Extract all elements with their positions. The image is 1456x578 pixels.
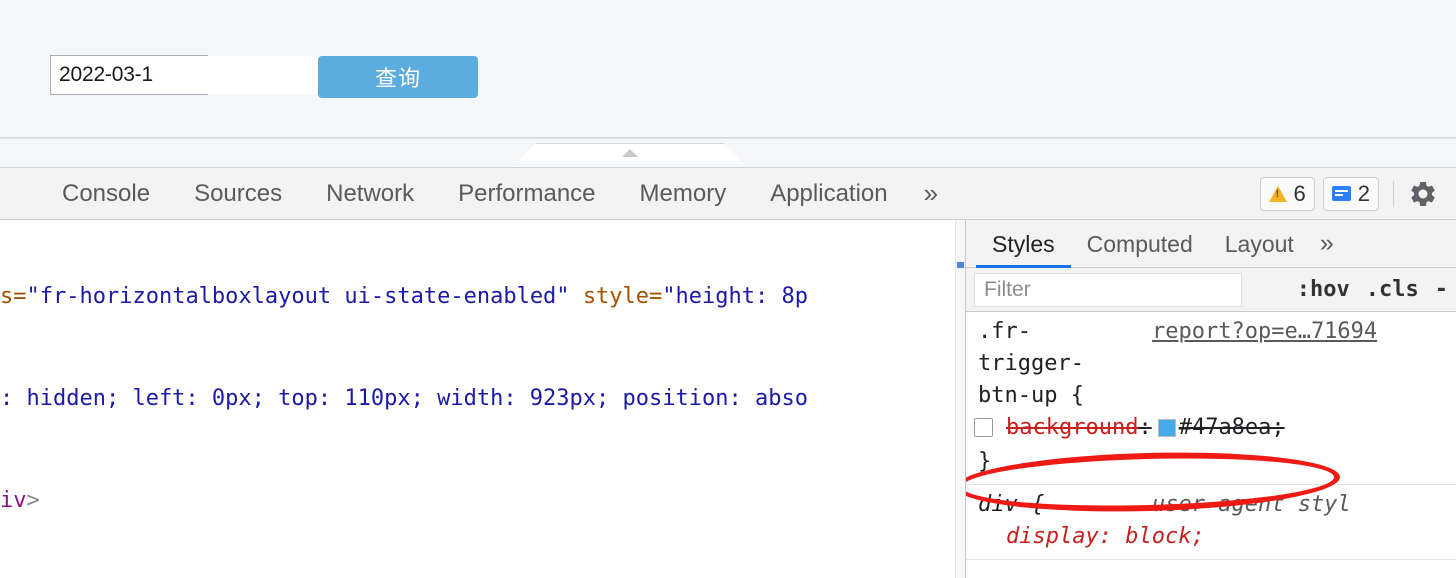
toggle-hov-button[interactable]: :hov xyxy=(1297,277,1350,302)
toggle-cls-button[interactable]: .cls xyxy=(1366,277,1419,302)
declaration-property: display xyxy=(1006,524,1099,549)
dom-line: : hidden; left: 0px; top: 110px; width: … xyxy=(0,386,808,411)
dom-line: iv> xyxy=(0,488,40,513)
chevron-double-right-icon[interactable]: » xyxy=(1310,229,1344,258)
styles-tabbar: Styles Computed Layout » xyxy=(966,220,1456,268)
tab-network[interactable]: Network xyxy=(304,180,436,208)
devtools-body: s="fr-horizontalboxlayout ui-state-enabl… xyxy=(0,220,1456,578)
new-style-rule-button[interactable]: - xyxy=(1435,277,1448,302)
query-button[interactable]: 查询 xyxy=(318,56,478,98)
declaration-text: background: #47a8ea; xyxy=(1006,412,1285,444)
up-triangle-icon xyxy=(622,149,638,157)
dom-tree-code: s="fr-horizontalboxlayout ui-state-enabl… xyxy=(0,220,808,578)
gear-icon[interactable] xyxy=(1408,179,1438,209)
css-rule-header: div { user agent styl xyxy=(966,489,1456,521)
declaration-colon: : xyxy=(1098,524,1112,549)
css-rule-close-brace: } xyxy=(978,449,992,474)
tab-sources[interactable]: Sources xyxy=(172,180,304,208)
web-page-area: 查询 xyxy=(0,0,1456,138)
css-rule-origin-link[interactable]: report?op=e…71694 xyxy=(1152,316,1377,348)
styles-filter-row: :hov .cls - xyxy=(966,268,1456,312)
declaration-colon: : xyxy=(1138,415,1152,440)
message-bubble-icon xyxy=(1331,186,1351,201)
tab-styles[interactable]: Styles xyxy=(976,220,1071,268)
declaration-property[interactable]: background xyxy=(1006,415,1138,440)
css-rule-header: .fr-trigger-btn-up { report?op=e…71694 xyxy=(966,316,1456,412)
css-selector[interactable]: .fr-trigger-btn-up { xyxy=(978,316,1110,412)
scrollbar-highlight-mark xyxy=(957,262,964,268)
devtools-tabbar: Console Sources Network Performance Memo… xyxy=(0,168,1456,220)
screenshot-root: 查询 Console Sources Network Performance M… xyxy=(0,0,1456,578)
chevron-double-right-icon[interactable]: » xyxy=(910,178,952,209)
messages-count: 2 xyxy=(1357,180,1370,206)
declaration-value[interactable]: #47a8ea; xyxy=(1179,415,1285,440)
devtools-tab-list: Console Sources Network Performance Memo… xyxy=(0,178,952,209)
css-selector: div { xyxy=(978,492,1045,517)
toolbar-divider xyxy=(1393,180,1394,207)
messages-badge[interactable]: 2 xyxy=(1322,176,1379,211)
tab-performance[interactable]: Performance xyxy=(436,180,617,208)
devtools-status-area: 6 2 xyxy=(1259,176,1456,211)
color-swatch[interactable] xyxy=(1157,419,1176,437)
css-rules-list: .fr-trigger-btn-up { report?op=e…71694 b… xyxy=(966,312,1456,560)
warnings-badge[interactable]: 6 xyxy=(1259,176,1315,211)
scroll-to-top-handle[interactable] xyxy=(518,143,742,161)
css-rule: .fr-trigger-btn-up { report?op=e…71694 b… xyxy=(966,312,1456,485)
declaration-value: block; xyxy=(1125,524,1205,549)
date-input[interactable] xyxy=(51,56,330,94)
date-picker-field[interactable] xyxy=(50,55,331,95)
tab-application[interactable]: Application xyxy=(748,180,909,208)
css-declaration: background: #47a8ea; xyxy=(966,412,1456,446)
css-rule-origin: user agent styl xyxy=(1152,492,1351,517)
splitter-line xyxy=(0,138,1456,139)
panel-splitter[interactable] xyxy=(0,138,1456,168)
warning-triangle-icon xyxy=(1268,185,1287,202)
tab-console[interactable]: Console xyxy=(40,180,172,208)
tab-layout[interactable]: Layout xyxy=(1209,220,1310,268)
css-rule: div { user agent styl display: block; xyxy=(966,485,1456,560)
tab-computed[interactable]: Computed xyxy=(1071,220,1209,268)
dom-tree-pane[interactable]: s="fr-horizontalboxlayout ui-state-enabl… xyxy=(0,220,965,578)
tab-memory[interactable]: Memory xyxy=(618,180,749,208)
styles-pane: Styles Computed Layout » :hov .cls - xyxy=(966,220,1456,578)
dom-tree-scrollbar[interactable] xyxy=(955,220,965,578)
devtools-window: Console Sources Network Performance Memo… xyxy=(0,168,1456,578)
dom-line: s="fr-horizontalboxlayout ui-state-enabl… xyxy=(0,284,808,309)
css-declaration: display: block; xyxy=(966,521,1456,553)
declaration-enable-checkbox[interactable] xyxy=(974,418,993,437)
styles-filter-input[interactable] xyxy=(974,272,1242,307)
warnings-count: 6 xyxy=(1293,180,1306,206)
styles-state-toggles: :hov .cls - xyxy=(1281,277,1456,302)
